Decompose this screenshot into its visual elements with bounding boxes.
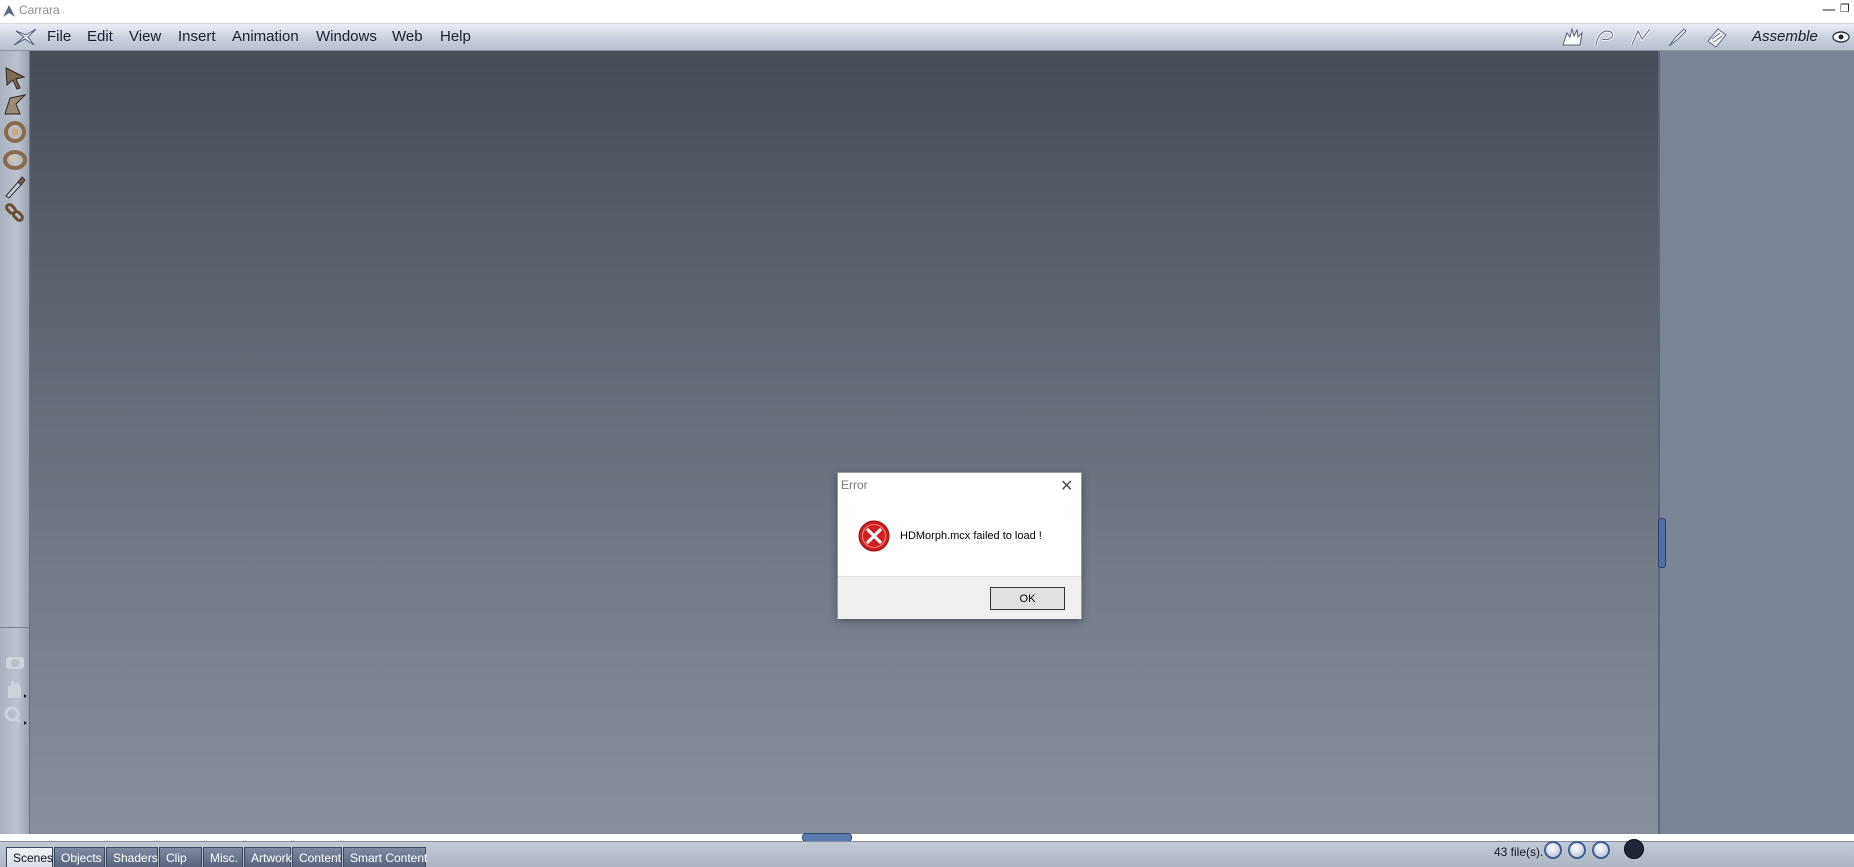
menu-insert[interactable]: Insert bbox=[178, 28, 216, 45]
toolbar-divider bbox=[0, 627, 29, 628]
model-icon[interactable] bbox=[1592, 25, 1618, 49]
error-dialog: Error ✕ HDMorph.mcx failed to load ! OK bbox=[837, 472, 1082, 619]
view-mode-small-icon[interactable] bbox=[1544, 841, 1562, 859]
render-icon[interactable] bbox=[1704, 25, 1730, 49]
move-arrow-icon[interactable] bbox=[2, 92, 28, 118]
storyboard-icon[interactable] bbox=[1628, 25, 1654, 49]
menu-view[interactable]: View bbox=[129, 28, 161, 45]
texture-icon[interactable] bbox=[1664, 25, 1690, 49]
menu-file[interactable]: File bbox=[47, 28, 71, 45]
view-mode-large-icon[interactable] bbox=[1592, 841, 1610, 859]
window-titlebar: Carrara — ❐ bbox=[0, 0, 1854, 24]
camera-icon[interactable] bbox=[2, 649, 28, 675]
menu-animation[interactable]: Animation bbox=[232, 28, 299, 45]
menu-web[interactable]: Web bbox=[392, 28, 423, 45]
carrara-app-icon bbox=[3, 5, 15, 17]
spin-icon[interactable] bbox=[2, 146, 28, 172]
tab-misc[interactable]: Misc. bbox=[203, 847, 243, 867]
dialog-title: Error bbox=[841, 478, 868, 492]
room-label[interactable]: Assemble bbox=[1752, 28, 1818, 45]
ok-button[interactable]: OK bbox=[990, 587, 1065, 610]
close-icon[interactable]: ✕ bbox=[1060, 476, 1073, 496]
tab-clip[interactable]: Clip bbox=[159, 847, 202, 867]
assemble-hand-icon[interactable] bbox=[1560, 25, 1586, 49]
tray-options-icon[interactable] bbox=[1624, 839, 1644, 859]
properties-panel bbox=[1658, 51, 1854, 834]
tab-smart-content[interactable]: Smart Content bbox=[343, 847, 427, 867]
file-count-label: 43 file(s). bbox=[1494, 845, 1544, 859]
eyedropper-icon[interactable] bbox=[2, 173, 28, 199]
eye-icon[interactable] bbox=[1832, 30, 1850, 44]
window-title: Carrara bbox=[19, 3, 60, 17]
rotate-icon[interactable] bbox=[2, 119, 28, 145]
minimize-icon[interactable]: — bbox=[1822, 2, 1836, 18]
carrara-logo-icon[interactable] bbox=[12, 27, 38, 47]
panel-collapse-handle[interactable] bbox=[1658, 518, 1666, 568]
tab-shaders[interactable]: Shaders bbox=[106, 847, 158, 867]
view-mode-medium-icon[interactable] bbox=[1568, 841, 1586, 859]
zoom-icon[interactable] bbox=[2, 703, 28, 729]
select-arrow-icon[interactable] bbox=[2, 65, 28, 91]
tab-scenes[interactable]: Scenes bbox=[6, 847, 53, 867]
dialog-footer: OK bbox=[838, 576, 1081, 619]
tab-artwork[interactable]: Artwork bbox=[244, 847, 292, 867]
link-icon[interactable] bbox=[2, 200, 28, 226]
menu-help[interactable]: Help bbox=[440, 28, 471, 45]
menu-edit[interactable]: Edit bbox=[87, 28, 113, 45]
tab-content[interactable]: Content bbox=[292, 847, 342, 867]
pan-hand-icon[interactable] bbox=[2, 676, 28, 702]
tab-objects[interactable]: Objects bbox=[54, 847, 105, 867]
tool-palette bbox=[0, 51, 30, 834]
menu-bar: File Edit View Insert Animation Windows … bbox=[0, 24, 1854, 51]
restore-icon[interactable]: ❐ bbox=[1840, 2, 1850, 15]
dialog-message: HDMorph.mcx failed to load ! bbox=[900, 530, 1042, 542]
error-icon bbox=[858, 520, 890, 552]
3d-viewport[interactable] bbox=[30, 51, 1658, 834]
menu-windows[interactable]: Windows bbox=[316, 28, 377, 45]
